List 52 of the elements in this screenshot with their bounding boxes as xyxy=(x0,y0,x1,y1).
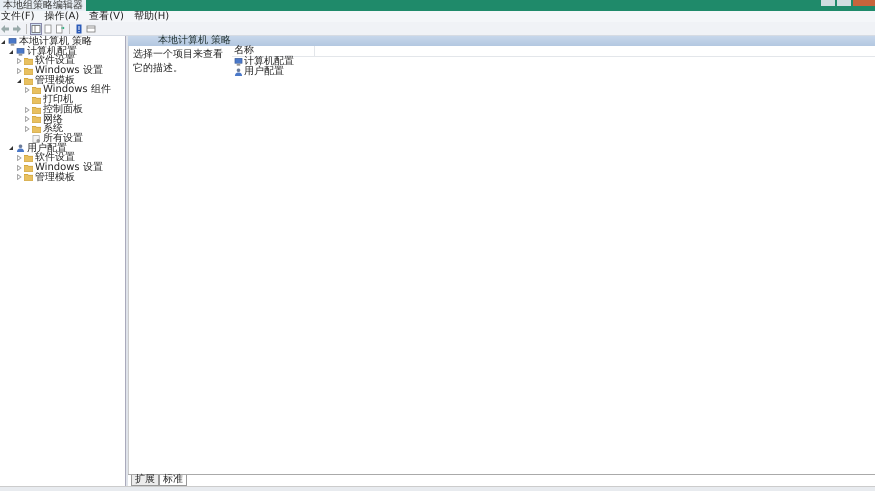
menu-item[interactable]: 操作(A) xyxy=(44,11,80,22)
document-icon[interactable] xyxy=(43,24,53,34)
tree-item[interactable]: 管理模板 xyxy=(35,172,75,182)
tab[interactable]: 扩展 xyxy=(131,475,159,486)
tree-item[interactable]: 控制面板 xyxy=(43,104,83,115)
tree-item[interactable]: 计算机配置 xyxy=(27,46,77,56)
export-icon[interactable] xyxy=(55,24,65,34)
tree-item[interactable]: 软件设置 xyxy=(35,56,75,66)
tree-item[interactable]: 管理模板 xyxy=(35,76,75,86)
list-item[interactable]: 用户配置 xyxy=(244,67,284,77)
list-item[interactable]: 计算机配置 xyxy=(244,57,294,67)
collapse-arrow-icon[interactable] xyxy=(16,78,22,84)
expand-arrow-icon[interactable] xyxy=(16,164,22,171)
tree-item[interactable]: Windows 设置 xyxy=(35,66,103,76)
window-icon[interactable] xyxy=(86,24,96,34)
menu-item[interactable]: 帮助(H) xyxy=(132,11,170,22)
user-icon xyxy=(234,68,243,76)
tree-item[interactable]: Windows 设置 xyxy=(35,162,103,173)
tree-item[interactable]: 软件设置 xyxy=(35,153,75,163)
menu-item[interactable]: 查看(V) xyxy=(88,11,125,22)
computer-icon xyxy=(16,48,25,56)
description-text: 选择一个项目来查看它的描述。 xyxy=(133,49,223,74)
collapse-arrow-icon[interactable] xyxy=(8,145,14,152)
computer-icon xyxy=(234,58,243,66)
tree-item[interactable]: 系统 xyxy=(43,124,63,134)
expand-arrow-icon[interactable] xyxy=(24,87,30,94)
tree-item[interactable]: 打印机 xyxy=(43,95,73,105)
pane-icon[interactable] xyxy=(31,24,41,34)
expand-arrow-icon[interactable] xyxy=(16,174,22,180)
collapse-arrow-icon[interactable] xyxy=(0,38,6,45)
expand-arrow-icon[interactable] xyxy=(24,116,30,122)
pane-title: 本地计算机 策略 xyxy=(158,36,232,46)
menu-item[interactable]: 文件(F) xyxy=(0,11,36,22)
user-icon xyxy=(16,144,25,152)
collapse-arrow-icon[interactable] xyxy=(8,48,14,55)
settings-icon xyxy=(32,134,41,143)
expand-arrow-icon[interactable] xyxy=(24,106,30,113)
tab[interactable]: 标准 xyxy=(159,475,187,486)
column-header[interactable]: 名称 xyxy=(232,46,315,56)
expand-arrow-icon[interactable] xyxy=(16,68,22,74)
expand-arrow-icon[interactable] xyxy=(16,155,22,162)
window-title: 本地组策略编辑器 xyxy=(0,0,86,11)
forward-arrow-icon[interactable] xyxy=(12,24,22,34)
tree-item[interactable]: 所有设置 xyxy=(43,134,83,144)
tree-item[interactable]: 本地计算机 策略 xyxy=(19,37,92,47)
tree-item[interactable]: 网络 xyxy=(43,114,63,124)
back-arrow-icon[interactable] xyxy=(0,24,10,34)
help-icon[interactable] xyxy=(74,24,84,34)
expand-arrow-icon[interactable] xyxy=(16,58,22,64)
computer-icon xyxy=(8,38,17,46)
tree-item[interactable]: 用户配置 xyxy=(27,144,67,154)
expand-arrow-icon[interactable] xyxy=(24,126,30,132)
